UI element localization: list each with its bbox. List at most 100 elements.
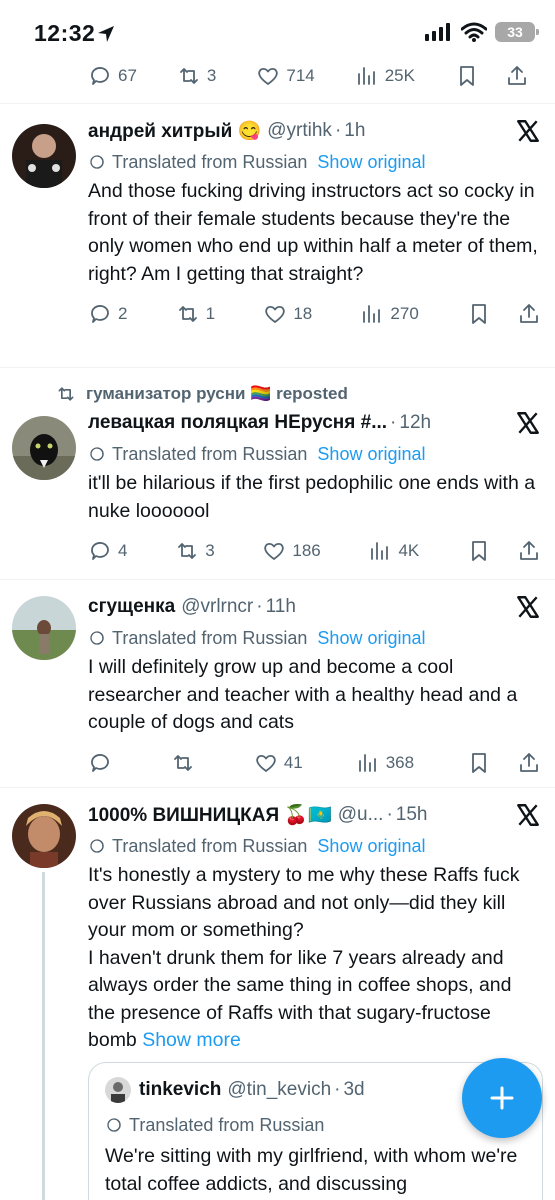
reply-count: 4 (118, 541, 128, 560)
tweet-text: It's honestly a mystery to me why these … (88, 862, 541, 1055)
quote-text: We're sitting with my girlfriend, with w… (105, 1145, 518, 1195)
translation-notice: Translated from Russian (105, 1113, 526, 1137)
reply-icon (91, 542, 109, 560)
translated-label: Translated from Russian (112, 627, 308, 648)
heart-icon (264, 542, 285, 560)
user-handle[interactable]: @yrtihk (267, 120, 332, 142)
separator-dot: · (334, 1079, 341, 1100)
views-button[interactable]: 368 (356, 751, 414, 775)
views-icon (358, 753, 376, 772)
display-name[interactable]: 1000% ВИШНИЦКАЯ 🍒🇰🇿 (88, 803, 332, 827)
tweet-text: it'll be hilarious if the first pedophil… (88, 472, 536, 522)
translate-icon (107, 1118, 121, 1132)
quote-handle: @tin_kevich (227, 1079, 332, 1100)
x-logo-icon[interactable] (515, 594, 541, 620)
like-count: 41 (283, 752, 303, 772)
reply-button[interactable]: 2 (88, 302, 127, 326)
user-handle[interactable]: @u... (338, 804, 384, 826)
user-handle[interactable]: @vrlrncr (181, 596, 253, 618)
compose-button[interactable] (462, 1058, 542, 1138)
like-button[interactable]: 186 (262, 539, 321, 563)
heart-icon (256, 754, 276, 772)
reply-button[interactable] (88, 751, 118, 775)
views-count: 270 (390, 304, 419, 323)
bookmark-icon (472, 752, 486, 773)
separator-dot: · (334, 120, 342, 141)
views-icon (371, 542, 389, 560)
views-button[interactable]: 4K (368, 539, 419, 563)
tweet-time[interactable]: 12h (399, 412, 431, 434)
like-button[interactable]: 714 (256, 64, 315, 88)
retweet-count: 1 (205, 304, 216, 323)
retweet-icon (174, 754, 192, 771)
share-button[interactable] (517, 302, 541, 326)
show-original-link[interactable]: Show original (317, 152, 425, 173)
avatar[interactable] (12, 416, 76, 480)
like-count: 18 (293, 304, 313, 323)
avatar[interactable] (12, 124, 76, 188)
bookmark-button[interactable] (467, 539, 491, 563)
share-button[interactable] (517, 539, 541, 563)
show-original-link[interactable]: Show original (317, 628, 425, 649)
bookmark-icon (460, 66, 474, 86)
views-button[interactable]: 270 (360, 302, 419, 326)
show-original-link[interactable]: Show original (317, 836, 425, 857)
avatar[interactable] (12, 804, 76, 868)
like-button[interactable]: 18 (263, 302, 312, 326)
share-button[interactable] (505, 64, 529, 88)
like-button[interactable]: 41 (254, 751, 303, 775)
bookmark-icon (472, 304, 486, 324)
retweet-button[interactable]: 1 (176, 302, 215, 326)
translation-notice: Translated from Russian Show original (88, 442, 541, 466)
tweet-time[interactable]: 15h (396, 804, 428, 826)
retweet-button[interactable] (171, 751, 201, 775)
quote-display-name: tinkevich (139, 1079, 222, 1100)
previous-tweet-actions: 67 3 714 25K (0, 60, 555, 104)
reply-count: 67 (118, 66, 137, 85)
display-name[interactable]: сгущенка (88, 596, 175, 618)
retweet-button[interactable]: 3 (177, 64, 216, 88)
display-name[interactable]: андрей хитрый 😋 (88, 119, 261, 143)
share-button[interactable] (517, 751, 541, 775)
show-more-link[interactable]: Show more (142, 1029, 241, 1051)
bookmark-button[interactable] (455, 64, 479, 88)
reply-icon (91, 67, 109, 85)
battery-indicator: 33 (495, 22, 539, 42)
tweet-text: I will definitely grow up and become a c… (88, 656, 518, 733)
display-name[interactable]: левацкая поляцкая НЕрусня #... (88, 412, 387, 434)
tweet-time[interactable]: 11h (266, 596, 296, 618)
reply-button[interactable]: 4 (88, 539, 127, 563)
bookmark-button[interactable] (467, 751, 491, 775)
tweet-time[interactable]: 1h (344, 120, 365, 142)
share-icon (520, 752, 538, 772)
bookmark-button[interactable] (467, 302, 491, 326)
tweet[interactable]: левацкая поляцкая НЕрусня #... · 12h Tra… (0, 368, 555, 580)
views-count: 25K (384, 66, 415, 85)
location-arrow-icon (98, 26, 114, 42)
show-original-link[interactable]: Show original (317, 444, 425, 465)
share-icon (520, 304, 538, 323)
reply-button[interactable]: 67 (88, 64, 137, 88)
like-count: 714 (286, 66, 315, 85)
x-logo-icon[interactable] (515, 802, 541, 828)
avatar[interactable] (12, 596, 76, 660)
tweet[interactable]: андрей хитрый 😋 @yrtihk · 1h Translated … (0, 104, 555, 368)
bookmark-icon (472, 541, 486, 561)
reply-icon (91, 305, 109, 323)
x-logo-icon[interactable] (515, 118, 541, 144)
translate-icon (90, 447, 104, 461)
translate-icon (90, 631, 104, 645)
retweet-icon (178, 543, 197, 559)
quote-time: 3d (343, 1079, 365, 1100)
x-logo-icon[interactable] (515, 410, 541, 436)
translate-icon (90, 155, 104, 169)
translation-notice: Translated from Russian Show original (88, 626, 541, 650)
retweet-icon (178, 306, 197, 322)
tweet-text: And those fucking driving instructors ac… (88, 180, 538, 285)
tweet-text-body: It's honestly a mystery to me why these … (88, 864, 520, 1051)
views-count: 4K (398, 541, 420, 560)
tweet[interactable]: сгущенка @vrlrncr · 11h Translated from … (0, 580, 555, 788)
cellular-signal-icon (425, 23, 450, 41)
views-button[interactable]: 25K (355, 64, 415, 88)
retweet-button[interactable]: 3 (175, 539, 215, 563)
